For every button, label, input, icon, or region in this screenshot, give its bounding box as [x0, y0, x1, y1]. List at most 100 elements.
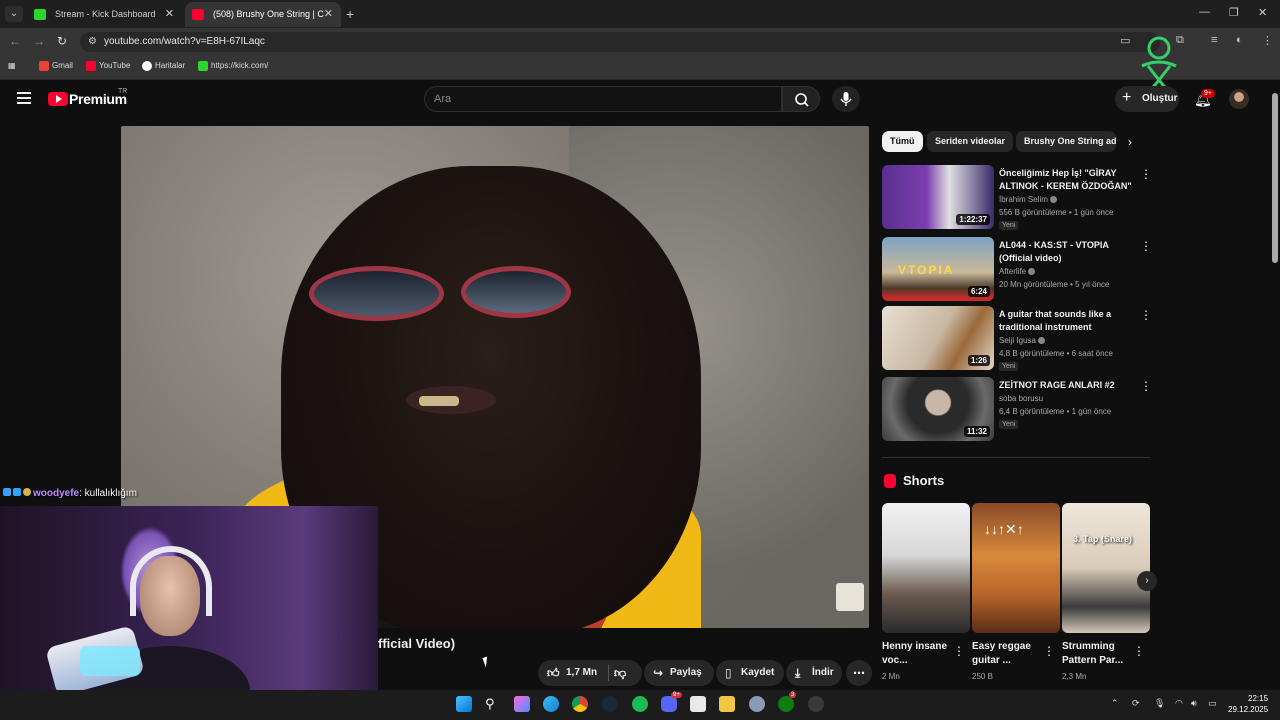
- channel-name[interactable]: İbrahim Selim: [999, 195, 1057, 204]
- maximize-icon[interactable]: ❐: [1229, 6, 1239, 19]
- more-actions-button[interactable]: ⋯: [846, 660, 872, 686]
- download-button[interactable]: ⤓ İndir: [786, 660, 842, 686]
- tray-chevron-icon[interactable]: ⌃: [1111, 698, 1119, 709]
- channel-name[interactable]: Seiji Igusa: [999, 336, 1045, 345]
- cast-icon[interactable]: ▭: [1120, 34, 1130, 47]
- gmail-icon: [39, 61, 49, 71]
- shorts-icon: [884, 474, 896, 488]
- video-title[interactable]: AL044 - KAS:ST - VTOPIA (Official video): [999, 239, 1137, 265]
- app-icon[interactable]: [690, 696, 706, 712]
- short-thumbnail[interactable]: [882, 503, 970, 633]
- short-title[interactable]: Henny insane voc...: [882, 640, 958, 668]
- more-vertical-icon[interactable]: ⋮: [1140, 308, 1152, 322]
- save-button[interactable]: ▯ Kaydet: [716, 660, 784, 686]
- bookmark-youtube[interactable]: YouTube: [86, 61, 130, 71]
- media-icon[interactable]: ≡: [1211, 34, 1217, 46]
- close-tab-icon[interactable]: ✕: [324, 2, 333, 27]
- bookmark-maps[interactable]: Haritalar: [142, 61, 185, 71]
- share-button[interactable]: ↪ Paylaş: [644, 660, 714, 686]
- more-vertical-icon[interactable]: ⋮: [1133, 644, 1145, 658]
- channel-name[interactable]: soba borusu: [999, 394, 1043, 403]
- search-icon[interactable]: ⚲: [485, 696, 501, 712]
- more-vertical-icon[interactable]: ⋮: [953, 644, 965, 658]
- video-thumbnail[interactable]: VTOPIA 6:24: [882, 237, 994, 301]
- short-thumbnail[interactable]: ↓↓↑✕↑: [972, 503, 1060, 633]
- xbox-icon[interactable]: [778, 696, 794, 712]
- video-thumbnail[interactable]: 1:26: [882, 306, 994, 370]
- list-item[interactable]: 1:22:37 Önceliğimiz Hep İş! "GİRAY ALTIN…: [882, 165, 1152, 230]
- chevron-right-icon[interactable]: ›: [1137, 571, 1157, 591]
- copilot-icon[interactable]: [514, 696, 530, 712]
- minimize-icon[interactable]: —: [1199, 6, 1210, 18]
- profile-icon[interactable]: ◐: [1236, 34, 1243, 46]
- video-meta: 556 B görüntüleme • 1 gün önce: [999, 208, 1114, 217]
- tab-youtube[interactable]: (508) Brushy One String | C ✕: [185, 2, 341, 27]
- create-label: Oluştur: [1142, 93, 1178, 104]
- chip-series[interactable]: Seriden videolar: [927, 131, 1014, 152]
- reload-icon[interactable]: ↻: [57, 34, 67, 48]
- video-thumbnail[interactable]: 1:22:37: [882, 165, 994, 229]
- list-item[interactable]: 1:26 A guitar that sounds like a traditi…: [882, 306, 1152, 371]
- back-icon[interactable]: ←: [9, 34, 21, 48]
- guide-menu-icon[interactable]: [17, 92, 31, 104]
- video-title: fficial Video): [378, 636, 456, 651]
- edge-icon[interactable]: [543, 696, 559, 712]
- avatar[interactable]: [1229, 89, 1249, 109]
- forward-icon[interactable]: →: [33, 34, 45, 48]
- apps-icon[interactable]: ▦: [8, 61, 16, 70]
- search-button[interactable]: [782, 86, 820, 112]
- wifi-icon[interactable]: ◠: [1175, 698, 1183, 709]
- video-title[interactable]: ZEİTNOT RAGE ANLARI #2: [999, 379, 1137, 392]
- tab-search-button[interactable]: ⌄: [5, 6, 23, 22]
- spotify-icon[interactable]: [632, 696, 648, 712]
- video-thumbnail[interactable]: 11:32: [882, 377, 994, 441]
- discord-icon[interactable]: [661, 696, 677, 712]
- dislike-icon[interactable]: 👎︎: [614, 660, 626, 686]
- volume-icon[interactable]: 🔊︎: [1191, 698, 1197, 709]
- list-item[interactable]: VTOPIA 6:24 AL044 - KAS:ST - VTOPIA (Off…: [882, 237, 1152, 301]
- search-input[interactable]: [424, 86, 782, 112]
- more-vertical-icon[interactable]: ⋮: [1140, 239, 1152, 253]
- chrome-icon[interactable]: [572, 696, 588, 712]
- youtube-icon: [192, 9, 204, 20]
- more-vertical-icon[interactable]: ⋮: [1140, 379, 1152, 393]
- chip-related[interactable]: Brushy One String ad: [1016, 131, 1116, 152]
- list-item[interactable]: 11:32 ZEİTNOT RAGE ANLARI #2 soba borusu…: [882, 377, 1152, 441]
- youtube-logo-icon[interactable]: [48, 92, 68, 106]
- steam-icon[interactable]: [602, 696, 618, 712]
- chevron-right-icon[interactable]: ›: [1128, 135, 1132, 149]
- url-text[interactable]: youtube.com/watch?v=E8H-67ILaqc: [104, 36, 265, 47]
- obs-icon[interactable]: [808, 696, 824, 712]
- channel-name[interactable]: Afterlife: [999, 267, 1036, 276]
- more-vertical-icon[interactable]: ⋮: [1140, 167, 1152, 181]
- like-button[interactable]: 👍︎ 1,7 Mn 👎︎: [538, 660, 642, 686]
- short-thumbnail[interactable]: 3. Tap (Snare): [1062, 503, 1150, 633]
- close-tab-icon[interactable]: ✕: [165, 2, 174, 27]
- video-title[interactable]: A guitar that sounds like a traditional …: [999, 308, 1137, 334]
- battery-icon[interactable]: ▭: [1208, 698, 1217, 709]
- like-count: 1,7 Mn: [566, 667, 598, 678]
- bookmark-gmail[interactable]: Gmail: [39, 61, 73, 71]
- chat-badges-icon: [3, 488, 33, 499]
- system-clock[interactable]: 22:15 29.12.2025: [1228, 693, 1268, 715]
- menu-icon[interactable]: ⋮: [1262, 34, 1273, 47]
- short-title[interactable]: Strumming Pattern Par...: [1062, 640, 1138, 668]
- site-info-icon[interactable]: ⚙: [88, 36, 97, 47]
- chip-all[interactable]: Tümü: [882, 131, 923, 152]
- bookmark-kick[interactable]: https://kick.com/: [198, 61, 268, 71]
- voice-search-button[interactable]: [832, 86, 860, 112]
- new-tab-button[interactable]: +: [346, 6, 354, 22]
- short-title[interactable]: Easy reggae guitar ...: [972, 640, 1048, 668]
- settings-icon[interactable]: [749, 696, 765, 712]
- video-title[interactable]: Önceliğimiz Hep İş! "GİRAY ALTINOK - KER…: [999, 167, 1137, 193]
- scrollbar-thumb[interactable]: [1272, 93, 1278, 263]
- channel-watermark-icon[interactable]: [836, 583, 864, 611]
- file-explorer-icon[interactable]: [719, 696, 735, 712]
- thumbnail-text-icon: VTOPIA: [898, 263, 955, 277]
- more-vertical-icon[interactable]: ⋮: [1043, 644, 1055, 658]
- close-window-icon[interactable]: ✕: [1258, 6, 1267, 19]
- sync-icon[interactable]: ⟳: [1132, 698, 1140, 709]
- microphone-icon[interactable]: 🎙︎: [1154, 698, 1165, 709]
- windows-start-icon[interactable]: [456, 696, 472, 712]
- tab-kick-dashboard[interactable]: Stream - Kick Dashboard ✕: [27, 2, 182, 27]
